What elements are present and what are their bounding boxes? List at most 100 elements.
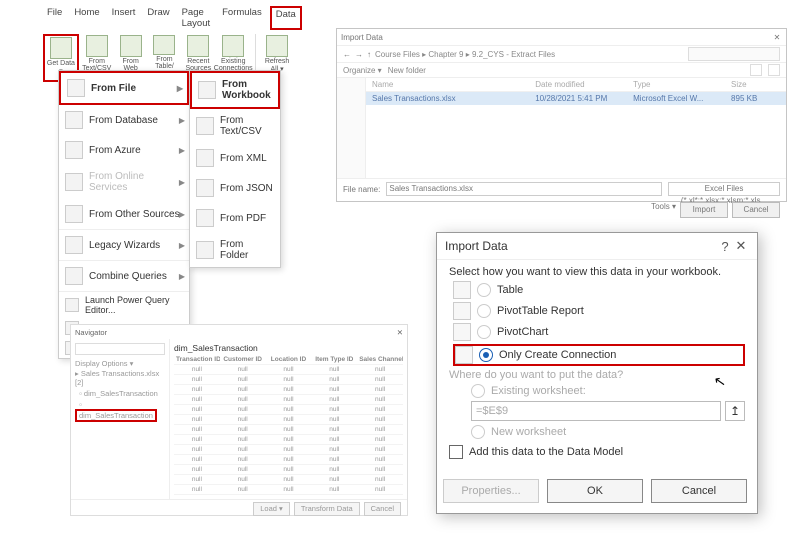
file-search-input[interactable] xyxy=(688,47,780,61)
pdf-icon xyxy=(196,209,214,227)
menu-from-file[interactable]: From File▶ xyxy=(59,71,189,105)
opt-pivotchart: PivotChart xyxy=(497,326,548,338)
azure-icon xyxy=(65,141,83,159)
navigator-transform-button[interactable]: Transform Data xyxy=(294,502,360,516)
import-data-dialog: Import Data ? ✕ Select how you want to v… xyxy=(436,232,758,514)
filename-input[interactable]: Sales Transactions.xlsx xyxy=(386,182,662,196)
cell-ref-input[interactable]: =$E$9 xyxy=(471,401,721,421)
radio-pivotchart[interactable] xyxy=(477,325,491,339)
menu-from-online[interactable]: From Online Services▶ xyxy=(59,165,189,199)
menu-legacy-wizards[interactable]: Legacy Wizards▶ xyxy=(59,229,189,260)
tab-data[interactable]: Data xyxy=(270,6,302,30)
tab-home[interactable]: Home xyxy=(70,6,103,30)
getdata-menu: From File▶ From Database▶ From Azure▶ Fr… xyxy=(58,70,190,359)
filename-label: File name: xyxy=(343,185,380,194)
pqe-icon xyxy=(65,298,79,312)
menu-combine-queries[interactable]: Combine Queries▶ xyxy=(59,260,189,291)
close-icon[interactable]: ✕ xyxy=(733,238,749,254)
cancel-button[interactable]: Cancel xyxy=(651,479,747,503)
tree-item[interactable]: ▫ dim_SalesTransaction xyxy=(75,388,165,399)
newfolder-button[interactable]: New folder xyxy=(388,66,426,75)
tab-draw[interactable]: Draw xyxy=(143,6,173,30)
radio-only-conn[interactable] xyxy=(479,348,493,362)
properties-button[interactable]: Properties... xyxy=(443,479,539,503)
file-dialog-title: Import Data xyxy=(341,33,383,42)
radio-pivot[interactable] xyxy=(477,304,491,318)
preview-title: dim_SalesTransaction xyxy=(174,343,403,353)
view-prompt: Select how you want to view this data in… xyxy=(449,266,745,278)
ok-button[interactable]: OK xyxy=(547,479,643,503)
folder-tree[interactable] xyxy=(337,78,366,178)
navigator-tree: ▸ Sales Transactions.xlsx [2] ▫ dim_Sale… xyxy=(75,368,165,423)
navigator-cancel-button[interactable]: Cancel xyxy=(364,502,401,516)
get-data-icon xyxy=(50,37,72,59)
only-connection-row: Only Create Connection xyxy=(453,344,745,366)
tree-workbook[interactable]: ▸ Sales Transactions.xlsx [2] xyxy=(75,368,165,388)
submenu-from-folder[interactable]: From Folder xyxy=(190,233,280,267)
import-button[interactable]: Import xyxy=(680,202,728,218)
breadcrumb[interactable]: Course Files ▸ Chapter 9 ▸ 9.2_CYS - Ext… xyxy=(375,50,684,59)
web-icon xyxy=(120,35,142,57)
opt-new-ws: New worksheet xyxy=(491,426,566,438)
ribbon-tabs: File Home Insert Draw Page Layout Formul… xyxy=(43,6,293,32)
connection-icon xyxy=(455,346,473,364)
radio-existing-ws[interactable] xyxy=(471,384,485,398)
file-row[interactable]: Sales Transactions.xlsx 10/28/2021 5:41 … xyxy=(366,92,786,105)
opt-table: Table xyxy=(497,284,523,296)
display-options[interactable]: Display Options ▾ xyxy=(75,359,165,368)
menu-launch-pqe[interactable]: Launch Power Query Editor... xyxy=(59,292,189,318)
fwd-icon[interactable]: → xyxy=(355,50,363,59)
col-size[interactable]: Size xyxy=(731,80,780,89)
combine-icon xyxy=(65,267,83,285)
col-date[interactable]: Date modified xyxy=(535,80,633,89)
file-cancel-button[interactable]: Cancel xyxy=(732,202,780,218)
tab-pagelayout[interactable]: Page Layout xyxy=(178,6,215,30)
radio-new-ws[interactable] xyxy=(471,425,485,439)
col-name[interactable]: Name xyxy=(372,80,535,89)
cloud-icon xyxy=(65,173,83,191)
col-type[interactable]: Type xyxy=(633,80,731,89)
range-picker-icon[interactable]: ↥ xyxy=(725,401,745,421)
submenu-from-xml[interactable]: From XML xyxy=(190,143,280,173)
separator xyxy=(255,34,256,74)
menu-from-database[interactable]: From Database▶ xyxy=(59,105,189,135)
wizard-icon xyxy=(65,236,83,254)
xml-icon xyxy=(196,149,214,167)
up-icon[interactable]: ↑ xyxy=(367,50,371,59)
menu-from-azure[interactable]: From Azure▶ xyxy=(59,135,189,165)
submenu-from-workbook[interactable]: From Workbook xyxy=(190,71,280,109)
refresh-icon xyxy=(266,35,288,57)
submenu-from-json[interactable]: From JSON xyxy=(190,173,280,203)
submenu-from-pdf[interactable]: From PDF xyxy=(190,203,280,233)
tools-button[interactable]: Tools ▾ xyxy=(651,202,676,218)
table-icon xyxy=(453,281,471,299)
navigator-search[interactable] xyxy=(75,343,165,355)
recent-icon xyxy=(187,35,209,57)
fromfile-submenu: From Workbook From Text/CSV From XML Fro… xyxy=(189,70,281,268)
pivotchart-icon xyxy=(453,323,471,341)
opt-only-conn: Only Create Connection xyxy=(499,349,616,361)
submenu-from-textcsv[interactable]: From Text/CSV xyxy=(190,109,280,143)
tree-item-selected[interactable]: ▫ dim_SalesTransaction xyxy=(75,399,165,423)
pivot-icon xyxy=(453,302,471,320)
navigator-load-button[interactable]: Load ▾ xyxy=(253,502,290,516)
checkbox-add-model[interactable] xyxy=(449,445,463,459)
radio-table[interactable] xyxy=(477,283,491,297)
file-dialog-close[interactable]: ✕ xyxy=(772,33,782,42)
menu-from-other[interactable]: From Other Sources▶ xyxy=(59,199,189,229)
back-icon[interactable]: ← xyxy=(343,50,351,59)
textcsv-icon xyxy=(86,35,108,57)
help-icon[interactable]: ? xyxy=(717,239,733,254)
filetype-filter[interactable]: Excel Files (*.xl*;*.xlsx;*.xlsm;*.xls..… xyxy=(668,182,780,196)
organize-button[interactable]: Organize ▾ xyxy=(343,66,382,75)
tab-formulas[interactable]: Formulas xyxy=(218,6,266,30)
info-icon[interactable] xyxy=(768,64,780,76)
file-open-dialog: Import Data ✕ ← → ↑ Course Files ▸ Chapt… xyxy=(336,28,787,202)
other-icon xyxy=(65,205,83,223)
tab-file[interactable]: File xyxy=(43,6,66,30)
navigator-close[interactable]: ✕ xyxy=(397,328,403,337)
view-icon[interactable] xyxy=(750,64,762,76)
where-prompt: Where do you want to put the data? xyxy=(449,369,745,381)
preview-table: Transaction IDCustomer IDLocation IDItem… xyxy=(174,355,403,495)
tab-insert[interactable]: Insert xyxy=(108,6,140,30)
